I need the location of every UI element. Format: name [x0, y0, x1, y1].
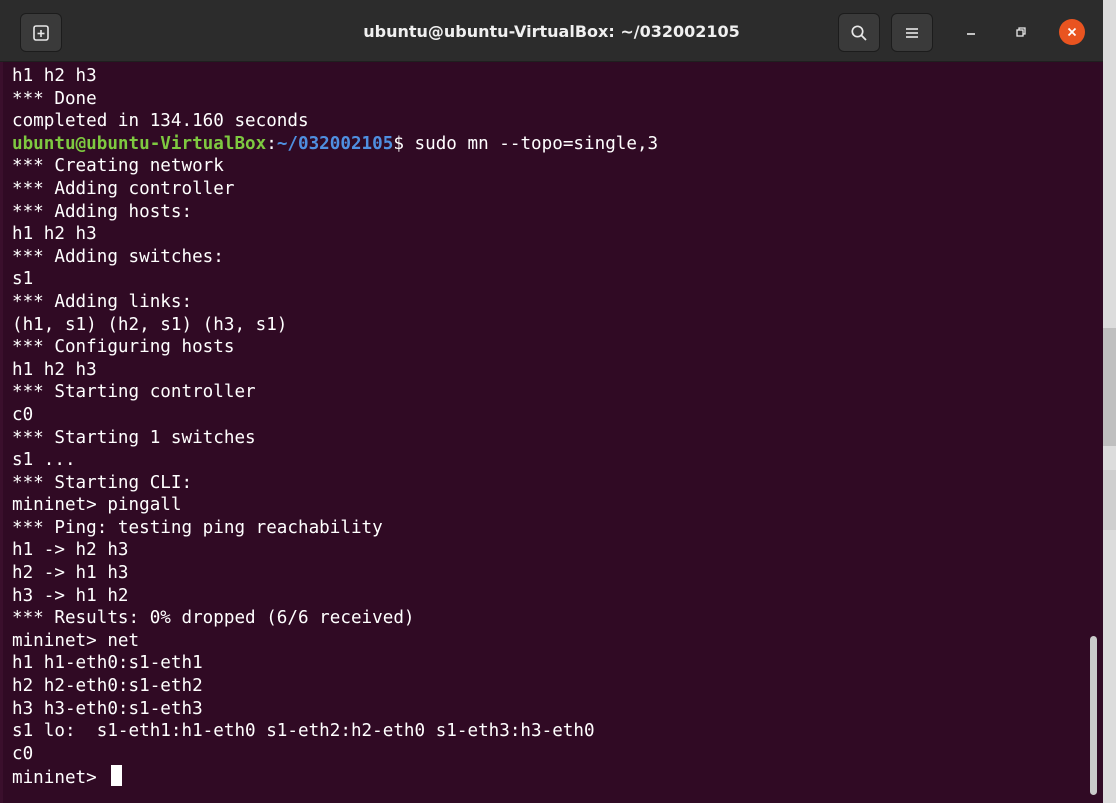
terminal-line: h1 -> h2 h3: [12, 540, 129, 561]
terminal-line: h1 h2 h3: [12, 359, 97, 380]
shell-prompt-line: ubuntu@ubuntu-VirtualBox:~/032002105$ su…: [12, 133, 1088, 156]
text-cursor: [111, 765, 123, 787]
hamburger-menu-icon: [906, 27, 918, 38]
minimize-icon: [967, 33, 975, 35]
terminal-line: mininet> pingall: [12, 495, 182, 516]
background-window-edge: [1103, 470, 1116, 530]
terminal-window: ubuntu@ubuntu-VirtualBox: ~/032002105 h1…: [0, 0, 1103, 803]
terminal-line: c0: [12, 404, 34, 425]
prompt-separator: :: [266, 133, 277, 154]
restore-button[interactable]: [1008, 19, 1034, 45]
terminal-line: s1: [12, 269, 34, 290]
prompt-path: ~/032002105: [276, 133, 394, 154]
terminal-line: *** Starting controller: [12, 382, 256, 403]
menu-button[interactable]: [891, 13, 933, 52]
terminal-line: h1 h1-eth0:s1-eth1: [12, 653, 203, 674]
search-icon: [851, 24, 867, 41]
close-button[interactable]: [1059, 19, 1085, 45]
terminal-line: mininet> net: [12, 630, 140, 651]
new-tab-button[interactable]: [20, 13, 62, 52]
terminal-line: *** Creating network: [12, 156, 224, 177]
scrollbar-thumb[interactable]: [1090, 636, 1097, 795]
terminal-line: *** Adding hosts:: [12, 201, 193, 222]
search-button[interactable]: [838, 13, 880, 52]
terminal-line: h2 -> h1 h3: [12, 563, 129, 584]
terminal-line: *** Configuring hosts: [12, 337, 235, 358]
terminal-line: *** Starting 1 switches: [12, 427, 256, 448]
terminal-line: *** Adding links:: [12, 291, 193, 312]
terminal-line: h1 h2 h3: [12, 224, 97, 245]
terminal-line: (h1, s1) (h2, s1) (h3, s1): [12, 314, 288, 335]
terminal-line: s1 ...: [12, 450, 76, 471]
terminal-output[interactable]: h1 h2 h3 *** Done completed in 134.160 s…: [0, 62, 1088, 803]
terminal-line: h2 h2-eth0:s1-eth2: [12, 676, 203, 697]
terminal-line: *** Ping: testing ping reachability: [12, 517, 383, 538]
terminal-line: s1 lo: s1-eth1:h1-eth0 s1-eth2:h2-eth0 s…: [12, 721, 595, 742]
background-window-edge: [1103, 328, 1116, 446]
new-tab-icon: [33, 24, 49, 41]
terminal-line: h3 -> h1 h2: [12, 585, 129, 606]
terminal-line: h1 h2 h3: [12, 66, 97, 86]
prompt-user: ubuntu@ubuntu-VirtualBox: [12, 133, 267, 154]
prompt-symbol: $: [393, 133, 404, 154]
minimize-button[interactable]: [958, 19, 984, 45]
terminal-line: *** Adding switches:: [12, 246, 224, 267]
mininet-prompt: mininet>: [12, 768, 108, 789]
terminal-line: *** Done: [12, 88, 97, 109]
title-bar[interactable]: ubuntu@ubuntu-VirtualBox: ~/032002105: [0, 0, 1103, 62]
prompt-command: sudo mn --topo=single,3: [403, 133, 659, 154]
close-icon: [1067, 27, 1077, 37]
terminal-line: *** Results: 0% dropped (6/6 received): [12, 608, 415, 629]
terminal-line: c0: [12, 743, 34, 764]
terminal-line: h3 h3-eth0:s1-eth3: [12, 698, 203, 719]
terminal-line: *** Starting CLI:: [12, 472, 193, 493]
terminal-line: *** Adding controller: [12, 178, 235, 199]
terminal-line: completed in 134.160 seconds: [12, 111, 309, 132]
current-input-line[interactable]: mininet>: [12, 765, 1088, 788]
window-title: ubuntu@ubuntu-VirtualBox: ~/032002105: [363, 22, 740, 41]
restore-icon: [1016, 27, 1026, 37]
